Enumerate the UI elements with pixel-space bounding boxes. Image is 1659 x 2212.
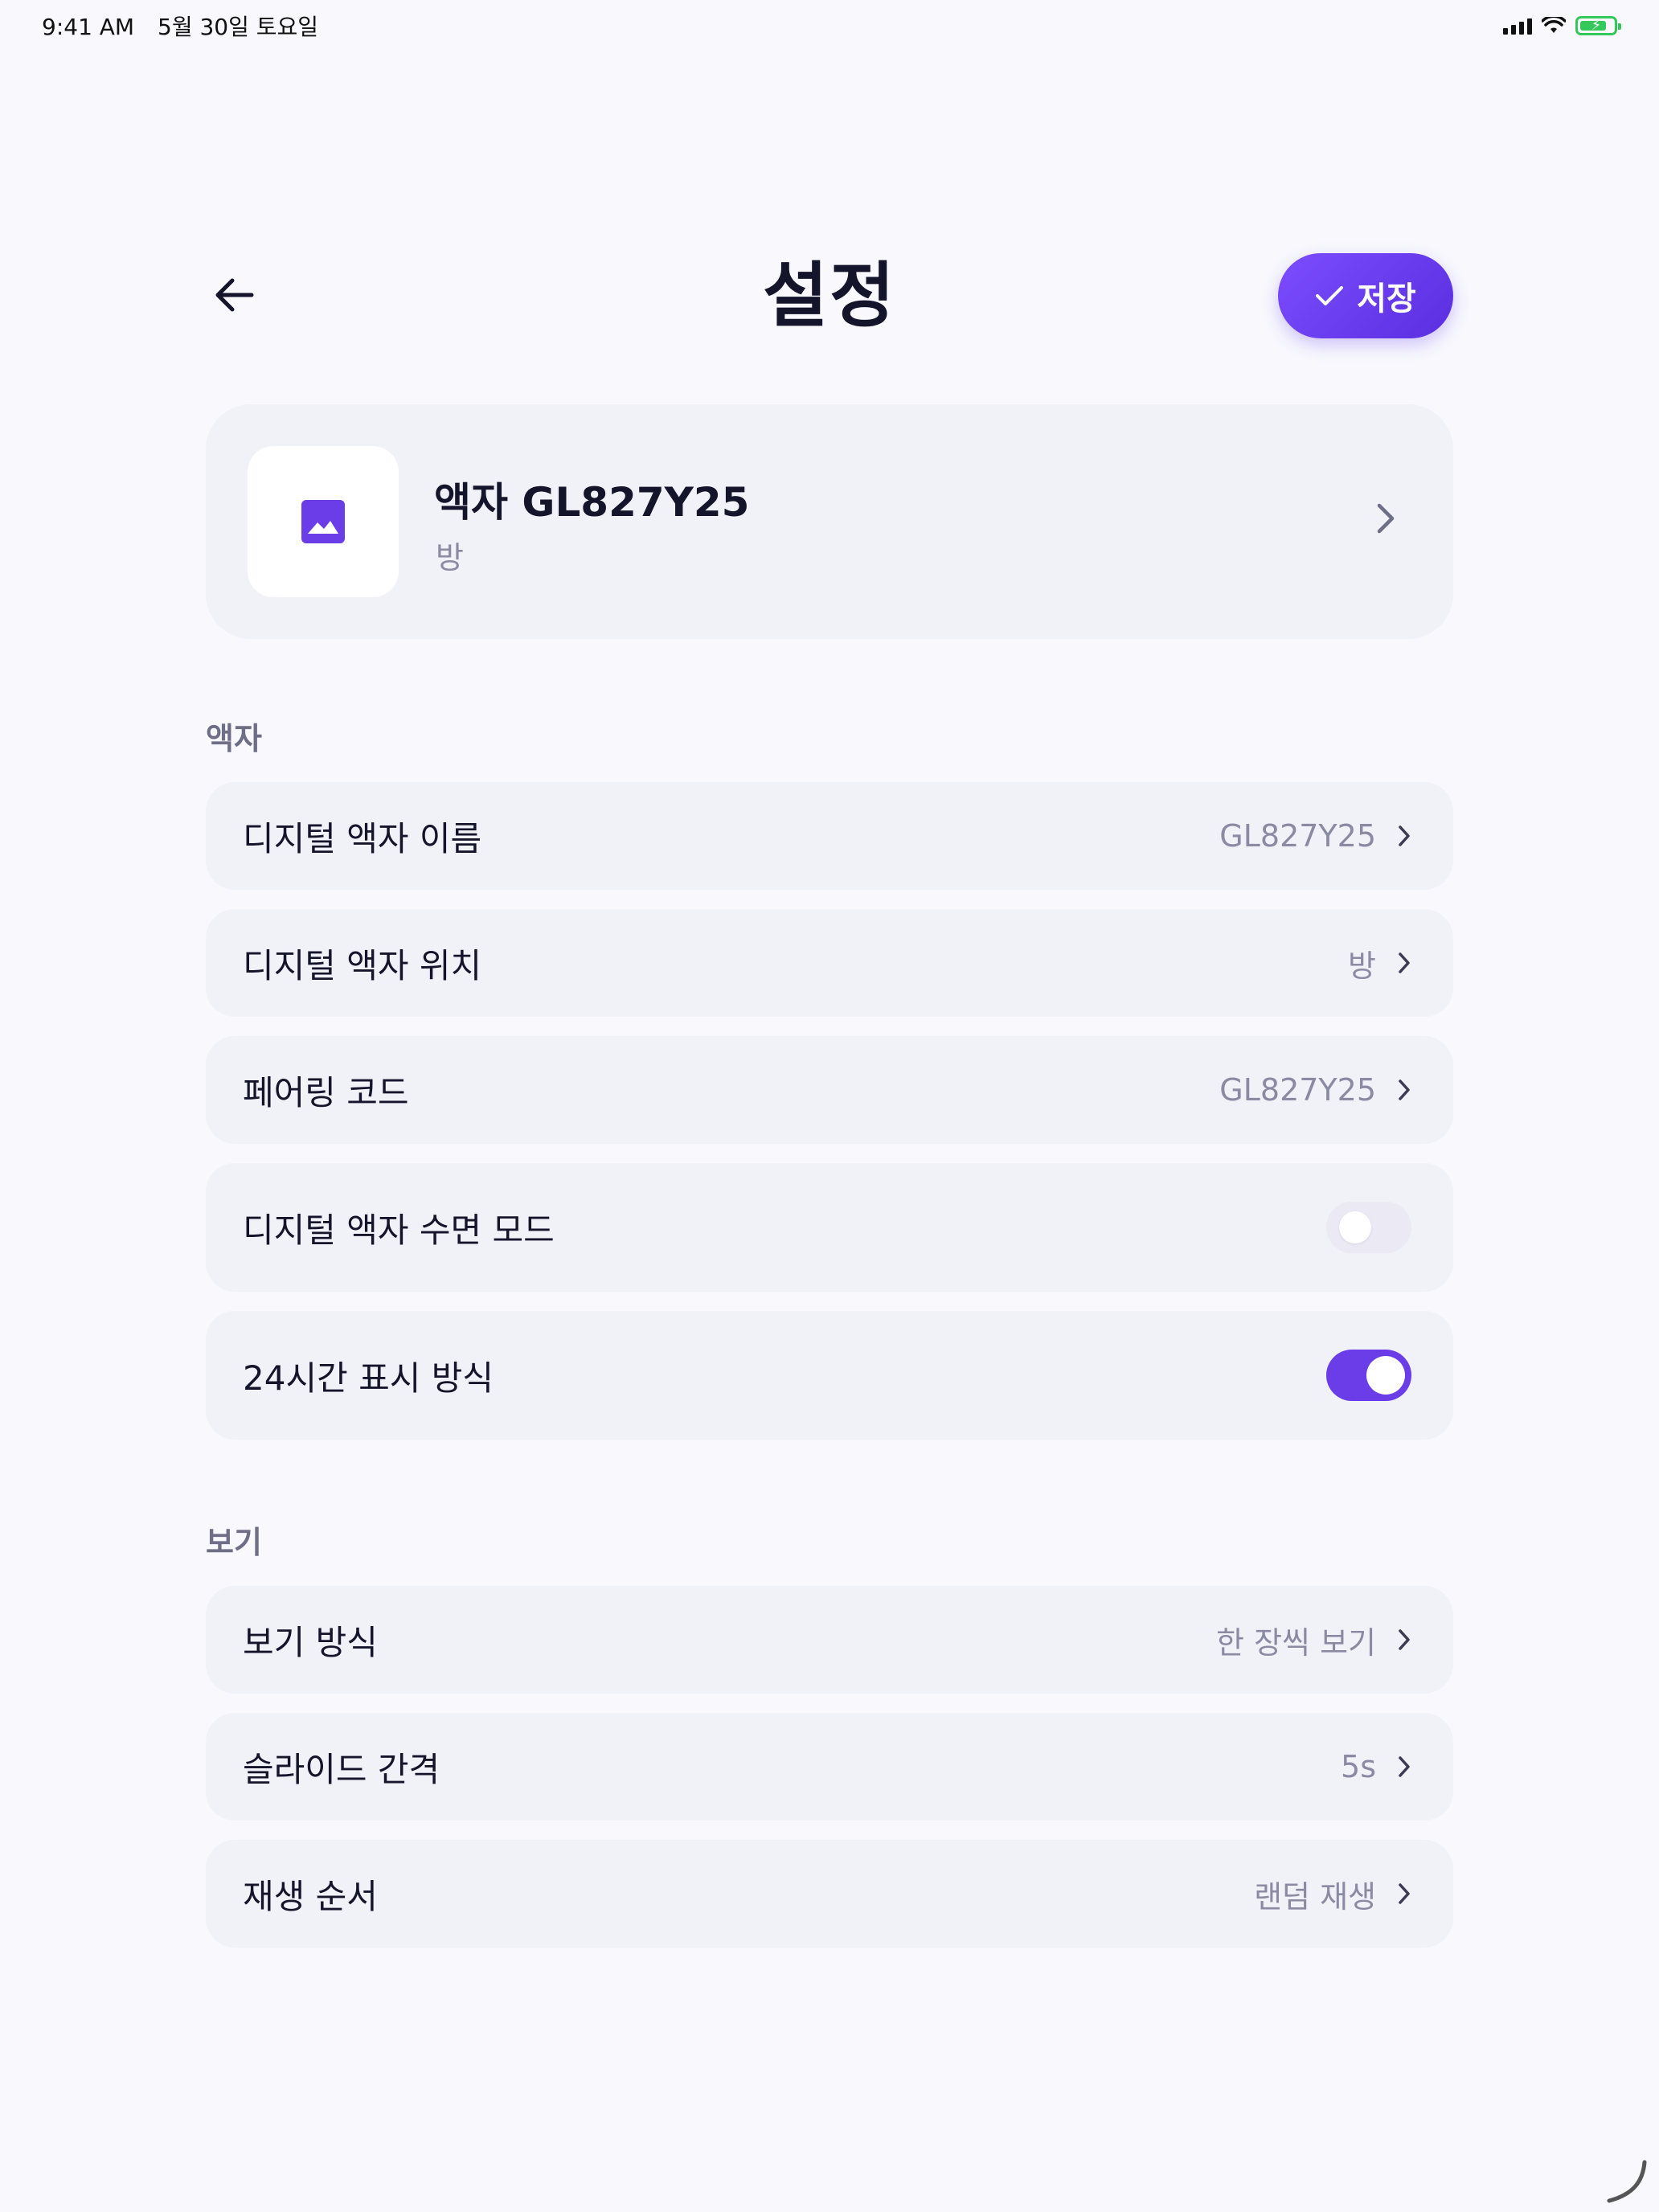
- row-label: 페어링 코드: [243, 1072, 409, 1112]
- device-thumbnail: [248, 446, 399, 597]
- row-value: 방: [1348, 948, 1376, 984]
- status-date: 5월 30일 토요일: [158, 14, 319, 40]
- status-time: 9:41 AM: [42, 14, 135, 40]
- chevron-right-icon: [1399, 1883, 1410, 1904]
- page-header: 설정 저장: [206, 251, 1453, 341]
- settings-screen: 9:41 AM 5월 30일 토요일 ⚡ 설정 저장 액자 GL827Y25 방…: [0, 0, 1659, 2212]
- battery-charging-icon: ⚡: [1575, 16, 1621, 35]
- image-icon: [301, 500, 345, 543]
- scroll-indicator-icon: [1607, 2160, 1647, 2203]
- row-frame-name[interactable]: 디지털 액자 이름 GL827Y25: [206, 782, 1453, 890]
- cellular-signal-icon: [1503, 17, 1532, 35]
- save-button-label: 저장: [1357, 281, 1416, 317]
- row-label: 디지털 액자 위치: [243, 945, 482, 985]
- status-datetime: 9:41 AM 5월 30일 토요일: [42, 10, 334, 42]
- sleep-mode-toggle[interactable]: [1326, 1202, 1411, 1253]
- back-button[interactable]: [206, 267, 262, 323]
- 24h-format-toggle[interactable]: [1326, 1350, 1411, 1401]
- row-value: GL827Y25: [1219, 818, 1376, 854]
- row-label: 디지털 액자 수면 모드: [243, 1210, 555, 1250]
- row-value: 랜덤 재생: [1254, 1878, 1376, 1915]
- row-label: 24시간 표시 방식: [243, 1358, 494, 1398]
- row-sleep-mode: 디지털 액자 수면 모드: [206, 1163, 1453, 1292]
- chevron-right-icon: [1399, 1629, 1410, 1650]
- section-label-frame: 액자: [206, 721, 262, 756]
- section-label-view: 보기: [206, 1525, 262, 1560]
- row-label: 보기 방식: [243, 1622, 378, 1662]
- wifi-icon: [1542, 17, 1566, 33]
- checkmark-icon: [1316, 286, 1344, 305]
- row-value: 5s: [1341, 1749, 1376, 1784]
- row-value: 한 장씩 보기: [1216, 1624, 1376, 1661]
- row-frame-location[interactable]: 디지털 액자 위치 방: [206, 909, 1453, 1017]
- row-label: 디지털 액자 이름: [243, 818, 482, 858]
- page-title: 설정: [763, 254, 896, 337]
- device-location: 방: [436, 540, 464, 576]
- chevron-right-icon: [1399, 1079, 1410, 1100]
- row-play-order[interactable]: 재생 순서 랜덤 재생: [206, 1840, 1453, 1948]
- toggle-knob: [1339, 1211, 1371, 1243]
- arrow-left-icon: [215, 278, 254, 312]
- device-name: 액자 GL827Y25: [434, 479, 750, 526]
- save-button[interactable]: 저장: [1278, 253, 1453, 338]
- row-label: 재생 순서: [243, 1876, 378, 1916]
- chevron-right-icon: [1377, 503, 1395, 534]
- row-pairing-code[interactable]: 페어링 코드 GL827Y25: [206, 1036, 1453, 1144]
- row-24h-format: 24시간 표시 방식: [206, 1311, 1453, 1440]
- chevron-right-icon: [1399, 952, 1410, 973]
- status-icons: ⚡: [1503, 16, 1621, 35]
- row-slide-interval[interactable]: 슬라이드 간격 5s: [206, 1713, 1453, 1821]
- chevron-right-icon: [1399, 1756, 1410, 1777]
- row-label: 슬라이드 간격: [243, 1749, 440, 1789]
- status-bar: 9:41 AM 5월 30일 토요일 ⚡: [0, 0, 1659, 51]
- row-value: GL827Y25: [1219, 1072, 1376, 1108]
- device-card[interactable]: 액자 GL827Y25 방: [206, 404, 1453, 639]
- chevron-right-icon: [1399, 825, 1410, 846]
- toggle-knob: [1366, 1356, 1405, 1395]
- row-view-mode[interactable]: 보기 방식 한 장씩 보기: [206, 1586, 1453, 1694]
